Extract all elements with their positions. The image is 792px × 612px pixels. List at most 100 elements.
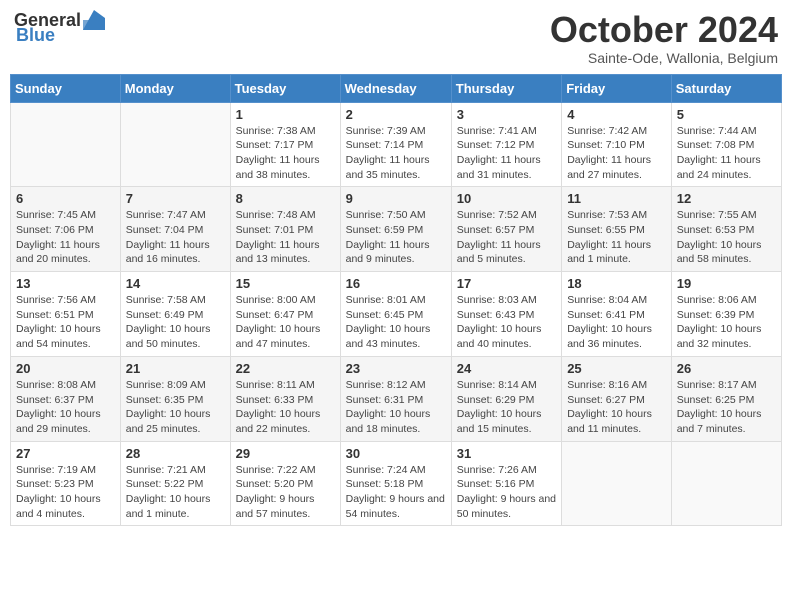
day-number: 9 <box>346 191 446 206</box>
calendar-cell: 22Sunrise: 8:11 AMSunset: 6:33 PMDayligh… <box>230 356 340 441</box>
calendar-week-row: 27 Sunrise: 7:19 AMSunset: 5:23 PMDayligh… <box>11 441 782 526</box>
calendar-cell: 10Sunrise: 7:52 AMSunset: 6:57 PMDayligh… <box>451 187 561 272</box>
calendar-cell: 29 Sunrise: 7:22 AMSunset: 5:20 PMDayligh… <box>230 441 340 526</box>
day-number: 21 <box>126 361 225 376</box>
day-number: 17 <box>457 276 556 291</box>
calendar-header-row: SundayMondayTuesdayWednesdayThursdayFrid… <box>11 74 782 102</box>
page-header: General Blue October 2024 Sainte-Ode, Wa… <box>10 10 782 66</box>
day-detail: Sunrise: 7:24 AMSunset: 5:18 PMDaylight:… <box>346 463 446 522</box>
day-of-week-header: Saturday <box>671 74 781 102</box>
day-detail: Sunrise: 7:19 AMSunset: 5:23 PMDaylight:… <box>16 463 115 522</box>
day-number: 30 <box>346 446 446 461</box>
calendar-cell <box>671 441 781 526</box>
day-number: 7 <box>126 191 225 206</box>
day-number: 28 <box>126 446 225 461</box>
month-title: October 2024 <box>550 10 778 50</box>
calendar-week-row: 1Sunrise: 7:38 AMSunset: 7:17 PMDaylight… <box>11 102 782 187</box>
day-detail: Sunrise: 7:26 AMSunset: 5:16 PMDaylight:… <box>457 463 556 522</box>
day-number: 20 <box>16 361 115 376</box>
day-number: 31 <box>457 446 556 461</box>
day-detail: Sunrise: 8:01 AMSunset: 6:45 PMDaylight:… <box>346 293 446 352</box>
calendar-cell: 9 Sunrise: 7:50 AMSunset: 6:59 PMDaylight… <box>340 187 451 272</box>
calendar-week-row: 6 Sunrise: 7:45 AMSunset: 7:06 PMDaylight… <box>11 187 782 272</box>
calendar-cell: 20 Sunrise: 8:08 AMSunset: 6:37 PMDayligh… <box>11 356 121 441</box>
calendar-cell <box>11 102 121 187</box>
day-number: 13 <box>16 276 115 291</box>
day-detail: Sunrise: 8:06 AMSunset: 6:39 PMDaylight:… <box>677 293 776 352</box>
day-detail: Sunrise: 7:39 AMSunset: 7:14 PMDaylight:… <box>346 124 446 183</box>
calendar-cell: 11 Sunrise: 7:53 AMSunset: 6:55 PMDayligh… <box>562 187 672 272</box>
calendar-cell: 7 Sunrise: 7:47 AMSunset: 7:04 PMDaylight… <box>120 187 230 272</box>
day-number: 29 <box>236 446 335 461</box>
day-number: 2 <box>346 107 446 122</box>
calendar-cell: 23 Sunrise: 8:12 AMSunset: 6:31 PMDayligh… <box>340 356 451 441</box>
calendar-cell: 30 Sunrise: 7:24 AMSunset: 5:18 PMDayligh… <box>340 441 451 526</box>
logo: General Blue <box>14 10 105 46</box>
calendar-cell: 17 Sunrise: 8:03 AMSunset: 6:43 PMDayligh… <box>451 272 561 357</box>
day-number: 26 <box>677 361 776 376</box>
day-detail: Sunrise: 7:44 AMSunset: 7:08 PMDaylight:… <box>677 124 776 183</box>
day-detail: Sunrise: 8:09 AMSunset: 6:35 PMDaylight:… <box>126 378 225 437</box>
calendar-cell: 5 Sunrise: 7:44 AMSunset: 7:08 PMDaylight… <box>671 102 781 187</box>
day-detail: Sunrise: 8:03 AMSunset: 6:43 PMDaylight:… <box>457 293 556 352</box>
day-of-week-header: Thursday <box>451 74 561 102</box>
calendar-cell <box>562 441 672 526</box>
calendar-cell: 21 Sunrise: 8:09 AMSunset: 6:35 PMDayligh… <box>120 356 230 441</box>
day-detail: Sunrise: 8:16 AMSunset: 6:27 PMDaylight:… <box>567 378 666 437</box>
day-detail: Sunrise: 8:17 AMSunset: 6:25 PMDaylight:… <box>677 378 776 437</box>
title-block: October 2024 Sainte-Ode, Wallonia, Belgi… <box>550 10 778 66</box>
calendar-cell: 15 Sunrise: 8:00 AMSunset: 6:47 PMDayligh… <box>230 272 340 357</box>
day-number: 25 <box>567 361 666 376</box>
day-detail: Sunrise: 7:22 AMSunset: 5:20 PMDaylight:… <box>236 463 335 522</box>
calendar-cell: 14Sunrise: 7:58 AMSunset: 6:49 PMDayligh… <box>120 272 230 357</box>
calendar-cell: 13Sunrise: 7:56 AMSunset: 6:51 PMDayligh… <box>11 272 121 357</box>
calendar-cell: 24 Sunrise: 8:14 AMSunset: 6:29 PMDayligh… <box>451 356 561 441</box>
day-of-week-header: Sunday <box>11 74 121 102</box>
day-number: 12 <box>677 191 776 206</box>
day-number: 8 <box>236 191 335 206</box>
calendar-cell: 18 Sunrise: 8:04 AMSunset: 6:41 PMDayligh… <box>562 272 672 357</box>
calendar-week-row: 20 Sunrise: 8:08 AMSunset: 6:37 PMDayligh… <box>11 356 782 441</box>
location-subtitle: Sainte-Ode, Wallonia, Belgium <box>550 50 778 66</box>
day-detail: Sunrise: 7:47 AMSunset: 7:04 PMDaylight:… <box>126 208 225 267</box>
calendar-cell: 16Sunrise: 8:01 AMSunset: 6:45 PMDayligh… <box>340 272 451 357</box>
calendar-cell: 28 Sunrise: 7:21 AMSunset: 5:22 PMDayligh… <box>120 441 230 526</box>
day-detail: Sunrise: 8:12 AMSunset: 6:31 PMDaylight:… <box>346 378 446 437</box>
day-detail: Sunrise: 7:55 AMSunset: 6:53 PMDaylight:… <box>677 208 776 267</box>
calendar-cell: 25 Sunrise: 8:16 AMSunset: 6:27 PMDayligh… <box>562 356 672 441</box>
day-number: 11 <box>567 191 666 206</box>
day-number: 23 <box>346 361 446 376</box>
calendar-cell: 12 Sunrise: 7:55 AMSunset: 6:53 PMDayligh… <box>671 187 781 272</box>
calendar-cell: 8Sunrise: 7:48 AMSunset: 7:01 PMDaylight… <box>230 187 340 272</box>
day-number: 4 <box>567 107 666 122</box>
day-detail: Sunrise: 8:14 AMSunset: 6:29 PMDaylight:… <box>457 378 556 437</box>
calendar-cell: 3Sunrise: 7:41 AMSunset: 7:12 PMDaylight… <box>451 102 561 187</box>
logo-icon <box>83 10 105 30</box>
day-detail: Sunrise: 8:08 AMSunset: 6:37 PMDaylight:… <box>16 378 115 437</box>
day-number: 1 <box>236 107 335 122</box>
day-number: 18 <box>567 276 666 291</box>
calendar-cell: 1Sunrise: 7:38 AMSunset: 7:17 PMDaylight… <box>230 102 340 187</box>
calendar-cell: 19Sunrise: 8:06 AMSunset: 6:39 PMDayligh… <box>671 272 781 357</box>
day-number: 27 <box>16 446 115 461</box>
day-number: 6 <box>16 191 115 206</box>
day-detail: Sunrise: 7:21 AMSunset: 5:22 PMDaylight:… <box>126 463 225 522</box>
calendar-week-row: 13Sunrise: 7:56 AMSunset: 6:51 PMDayligh… <box>11 272 782 357</box>
calendar-cell: 26 Sunrise: 8:17 AMSunset: 6:25 PMDayligh… <box>671 356 781 441</box>
calendar-cell <box>120 102 230 187</box>
day-detail: Sunrise: 7:53 AMSunset: 6:55 PMDaylight:… <box>567 208 666 267</box>
day-detail: Sunrise: 7:52 AMSunset: 6:57 PMDaylight:… <box>457 208 556 267</box>
day-of-week-header: Tuesday <box>230 74 340 102</box>
day-detail: Sunrise: 8:04 AMSunset: 6:41 PMDaylight:… <box>567 293 666 352</box>
day-detail: Sunrise: 7:50 AMSunset: 6:59 PMDaylight:… <box>346 208 446 267</box>
day-number: 15 <box>236 276 335 291</box>
calendar-cell: 31 Sunrise: 7:26 AMSunset: 5:16 PMDayligh… <box>451 441 561 526</box>
day-detail: Sunrise: 8:00 AMSunset: 6:47 PMDaylight:… <box>236 293 335 352</box>
day-number: 24 <box>457 361 556 376</box>
calendar-cell: 4Sunrise: 7:42 AMSunset: 7:10 PMDaylight… <box>562 102 672 187</box>
calendar-cell: 2 Sunrise: 7:39 AMSunset: 7:14 PMDaylight… <box>340 102 451 187</box>
day-of-week-header: Wednesday <box>340 74 451 102</box>
day-number: 5 <box>677 107 776 122</box>
day-detail: Sunrise: 7:45 AMSunset: 7:06 PMDaylight:… <box>16 208 115 267</box>
calendar-cell: 27 Sunrise: 7:19 AMSunset: 5:23 PMDayligh… <box>11 441 121 526</box>
